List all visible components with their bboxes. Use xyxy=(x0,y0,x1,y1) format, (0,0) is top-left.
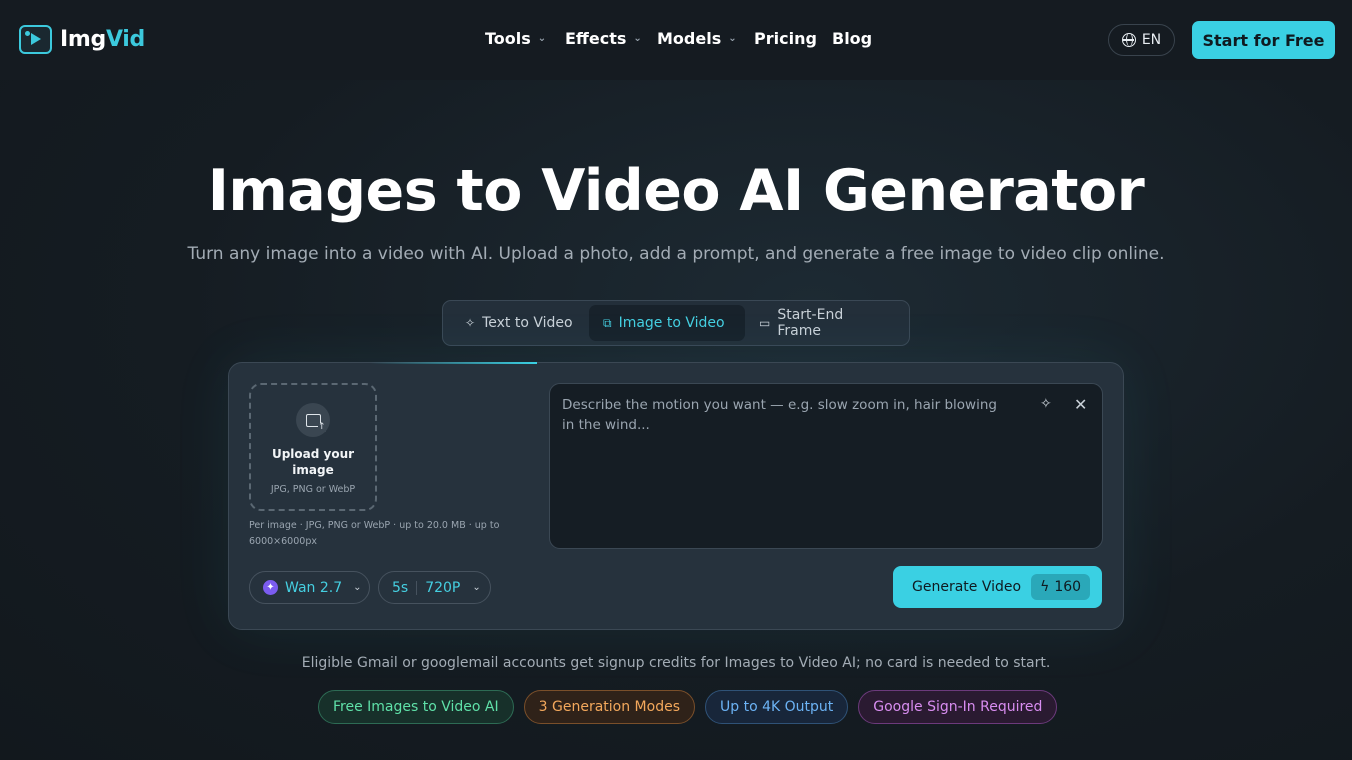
image-copy-icon: ⧉ xyxy=(603,315,612,330)
logo-icon xyxy=(19,25,52,54)
duration-label: 5s xyxy=(392,579,409,596)
image-upload-dropzone[interactable]: Upload your image JPG, PNG or WebP xyxy=(249,383,377,511)
nav-tools[interactable]: Tools ⌄ xyxy=(485,29,565,48)
duration-resolution-selector[interactable]: 5s 720P ⌄ xyxy=(378,571,491,604)
badge-modes: 3 Generation Modes xyxy=(523,690,695,724)
chevron-down-icon: ⌄ xyxy=(728,33,737,44)
generate-video-button[interactable]: Generate Video ϟ 160 xyxy=(893,566,1102,608)
chevron-down-icon: ⌄ xyxy=(353,582,362,593)
badge-4k: Up to 4K Output xyxy=(705,690,849,724)
logo-text-vid: Vid xyxy=(105,27,145,52)
nav-models[interactable]: Models ⌄ xyxy=(657,29,754,48)
resolution-label: 720P xyxy=(425,579,461,596)
logo-text-img: Img xyxy=(60,27,106,52)
page-title: Images to Video AI Generator xyxy=(207,158,1145,224)
upload-formats: JPG, PNG or WebP xyxy=(270,484,356,495)
chevron-down-icon: ⌄ xyxy=(537,33,547,44)
enhance-prompt-icon[interactable]: ✧ xyxy=(1040,396,1052,412)
feature-badges: Free Images to Video AI 3 Generation Mod… xyxy=(318,690,1058,724)
credit-count: 160 xyxy=(1054,579,1082,595)
upload-requirements: Per image · JPG, PNG or WebP · up to 20.… xyxy=(249,520,500,547)
tab-text-to-video[interactable]: ✧ Text to Video xyxy=(447,305,589,341)
nav-effects[interactable]: Effects ⌄ xyxy=(565,29,657,48)
tab-image-to-video[interactable]: ⧉ Image to Video xyxy=(589,305,745,341)
upload-title: Upload your image xyxy=(271,447,355,477)
chevron-down-icon: ⌄ xyxy=(633,33,642,44)
start-for-free-button[interactable]: Start for Free xyxy=(1192,21,1335,59)
video-camera-icon: ▭ xyxy=(759,316,771,330)
chevron-down-icon: ⌄ xyxy=(472,582,481,593)
nav-pricing[interactable]: Pricing xyxy=(754,29,832,48)
prompt-placeholder: Describe the motion you want — e.g. slow… xyxy=(562,397,997,433)
globe-icon xyxy=(1121,33,1136,47)
sparkle-icon: ✧ xyxy=(465,316,476,330)
clear-prompt-icon[interactable]: ✕ xyxy=(1074,395,1087,414)
page-subtitle: Turn any image into a video with AI. Upl… xyxy=(187,244,1165,264)
wan-model-icon: ✦ xyxy=(263,580,278,595)
main-nav: Tools ⌄ Effects ⌄ Models ⌄ Pricing Blog xyxy=(485,29,872,48)
badge-google-signin: Google Sign-In Required xyxy=(858,690,1058,724)
prompt-textarea[interactable]: Describe the motion you want — e.g. slow… xyxy=(549,383,1103,549)
credit-badge: ϟ 160 xyxy=(1031,574,1091,600)
lightning-icon: ϟ xyxy=(1040,579,1050,595)
generate-label: Generate Video xyxy=(912,579,1022,595)
logo[interactable]: ImgVid xyxy=(19,25,145,54)
badge-free: Free Images to Video AI xyxy=(318,690,514,724)
tab-start-end-frame[interactable]: ▭ Start-End Frame xyxy=(745,305,905,341)
top-navbar: ImgVid Tools ⌄ Effects ⌄ Models ⌄ Pricing B… xyxy=(0,0,1352,80)
nav-blog[interactable]: Blog xyxy=(832,29,872,48)
panel-accent-line xyxy=(370,362,537,364)
language-label: EN xyxy=(1141,32,1162,48)
model-label: Wan 2.7 xyxy=(285,579,343,596)
model-selector[interactable]: ✦ Wan 2.7 ⌄ xyxy=(249,571,370,604)
upload-image-icon xyxy=(296,403,330,437)
language-selector[interactable]: EN xyxy=(1108,24,1175,56)
divider xyxy=(416,580,418,595)
mode-tabs: ✧ Text to Video ⧉ Image to Video ▭ Start… xyxy=(442,300,910,346)
signup-credits-note: Eligible Gmail or googlemail accounts ge… xyxy=(301,655,1051,671)
